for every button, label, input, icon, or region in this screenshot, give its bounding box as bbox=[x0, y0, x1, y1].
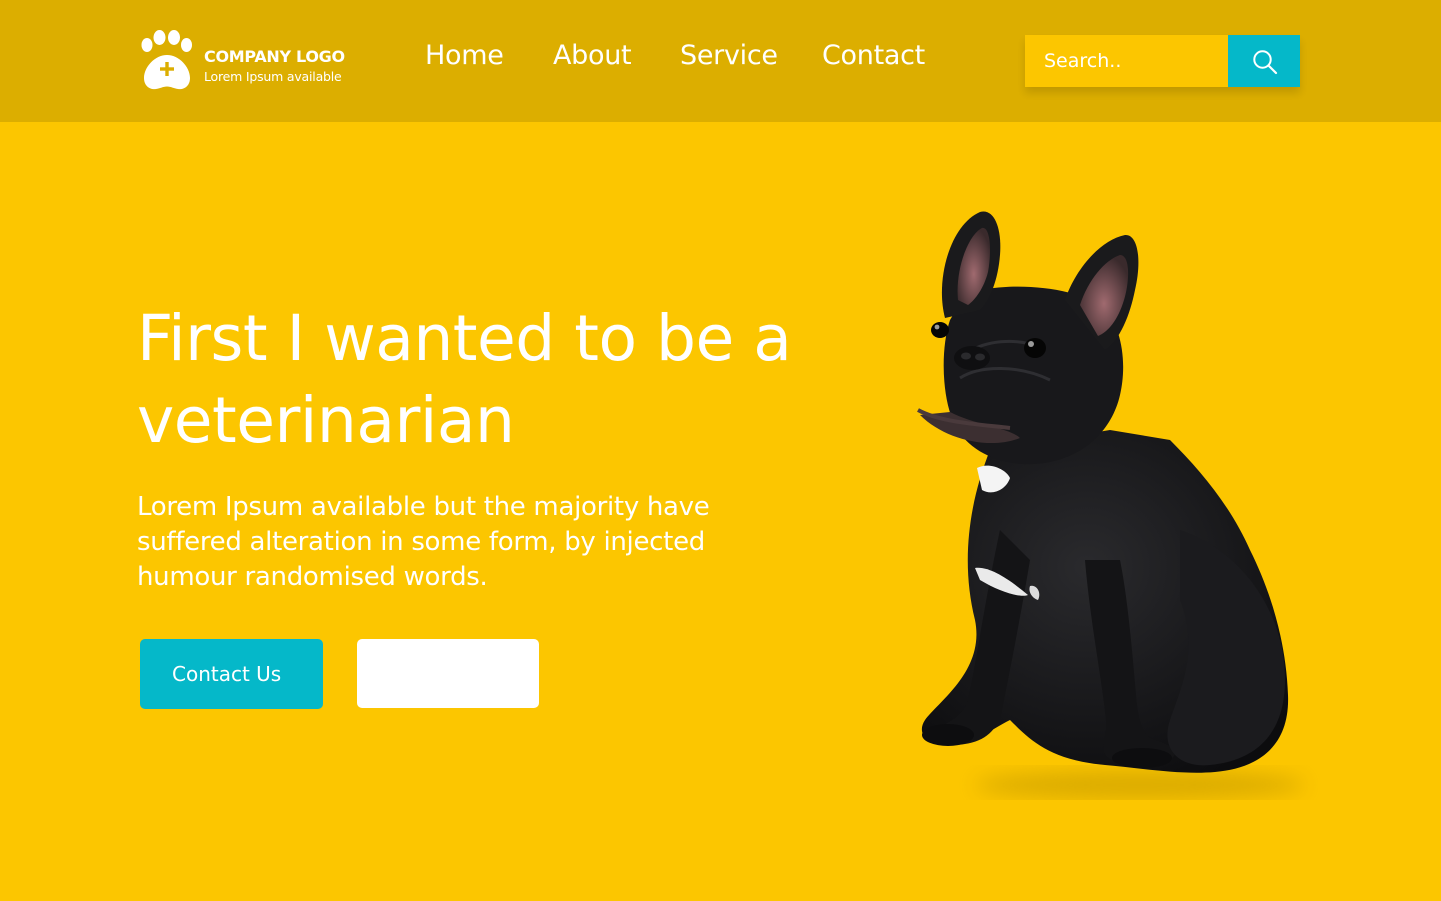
hero-title: First I wanted to be a veterinarian bbox=[137, 302, 792, 457]
site-header: COMPANY LOGO Lorem Ipsum available Home … bbox=[0, 0, 1441, 122]
nav-contact[interactable]: Contact bbox=[822, 40, 925, 80]
nav-about[interactable]: About bbox=[553, 40, 632, 80]
secondary-button[interactable] bbox=[357, 639, 539, 708]
search-button[interactable] bbox=[1228, 35, 1300, 87]
contact-us-button[interactable]: Contact Us bbox=[140, 639, 323, 709]
search-icon bbox=[1253, 50, 1278, 75]
hero-description: Lorem Ipsum available but the majority h… bbox=[137, 492, 710, 592]
search-bar bbox=[1025, 35, 1300, 87]
nav-home[interactable]: Home bbox=[425, 40, 504, 80]
paw-plus-icon bbox=[141, 30, 192, 90]
french-bulldog-photo bbox=[917, 211, 1305, 799]
company-logo[interactable]: COMPANY LOGO Lorem Ipsum available bbox=[138, 30, 368, 92]
logo-title: COMPANY LOGO bbox=[204, 47, 345, 66]
logo-subtitle: Lorem Ipsum available bbox=[204, 69, 342, 84]
nav-service[interactable]: Service bbox=[680, 40, 778, 80]
search-input[interactable] bbox=[1025, 35, 1228, 87]
